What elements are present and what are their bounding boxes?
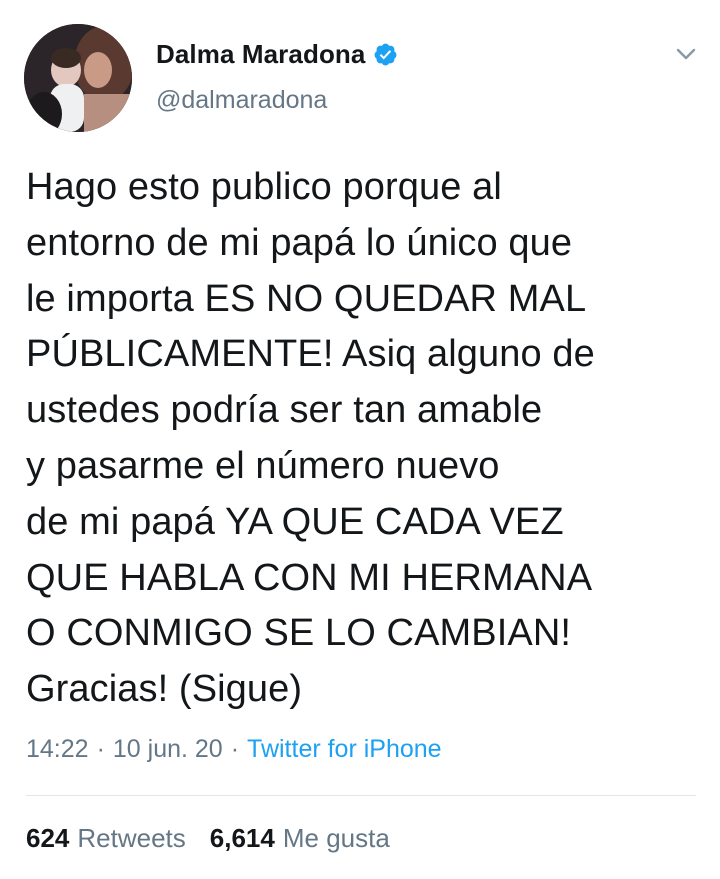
tweet-time[interactable]: 14:22 — [26, 735, 89, 764]
tweet-source-link[interactable]: Twitter for iPhone — [247, 735, 442, 764]
avatar[interactable] — [24, 24, 132, 132]
tweet-meta: 14:22 · 10 jun. 20 · Twitter for iPhone — [26, 735, 442, 764]
chevron-down-icon[interactable] — [672, 40, 700, 68]
verified-badge-icon — [373, 42, 398, 67]
likes-count: 6,614 — [209, 823, 275, 853]
tweet-text-line: ustedes podría ser tan amable — [26, 389, 543, 432]
tweet-text-line: PÚBLICAMENTE! Asiq alguno de — [26, 333, 595, 376]
tweet-text-line: de mi papá YA QUE CADA VEZ — [26, 500, 564, 543]
meta-separator: · — [96, 735, 105, 763]
author-name-row: Dalma Maradona — [156, 37, 398, 71]
tweet-text-line: entorno de mi papá lo único que — [26, 221, 573, 264]
tweet-header: Dalma Maradona @dalmaradona — [0, 0, 720, 140]
tweet-text-line: QUE HABLA CON MI HERMANA — [26, 556, 593, 599]
meta-separator: · — [230, 735, 240, 763]
tweet-date[interactable]: 10 jun. 20 — [113, 735, 223, 764]
tweet-text-line: Hago esto publico porque al — [26, 166, 502, 208]
author-handle[interactable]: @dalmaradona — [156, 86, 327, 115]
likes-label: Me gusta — [282, 823, 390, 853]
tweet-text-line: O CONMIGO SE LO CAMBIAN! — [26, 612, 572, 655]
tweet-text-line: Gracias! (Sigue) — [26, 668, 303, 711]
tweet-text-line: y pasarme el número nuevo — [26, 444, 500, 487]
tweet-text: Hago esto publico porque al entorno de m… — [26, 160, 706, 718]
retweets-count: 624 — [26, 823, 70, 853]
avatar-image — [24, 24, 132, 132]
author-display-name[interactable]: Dalma Maradona — [156, 39, 365, 70]
tweet-text-line: le importa ES NO QUEDAR MAL — [26, 277, 587, 320]
likes-stat[interactable]: 6,614 Me gusta — [210, 823, 390, 854]
divider — [26, 795, 696, 796]
retweets-stat[interactable]: 624 Retweets — [26, 823, 186, 854]
tweet-stats: 624 Retweets 6,614 Me gusta — [26, 823, 390, 854]
retweets-label: Retweets — [77, 823, 186, 853]
